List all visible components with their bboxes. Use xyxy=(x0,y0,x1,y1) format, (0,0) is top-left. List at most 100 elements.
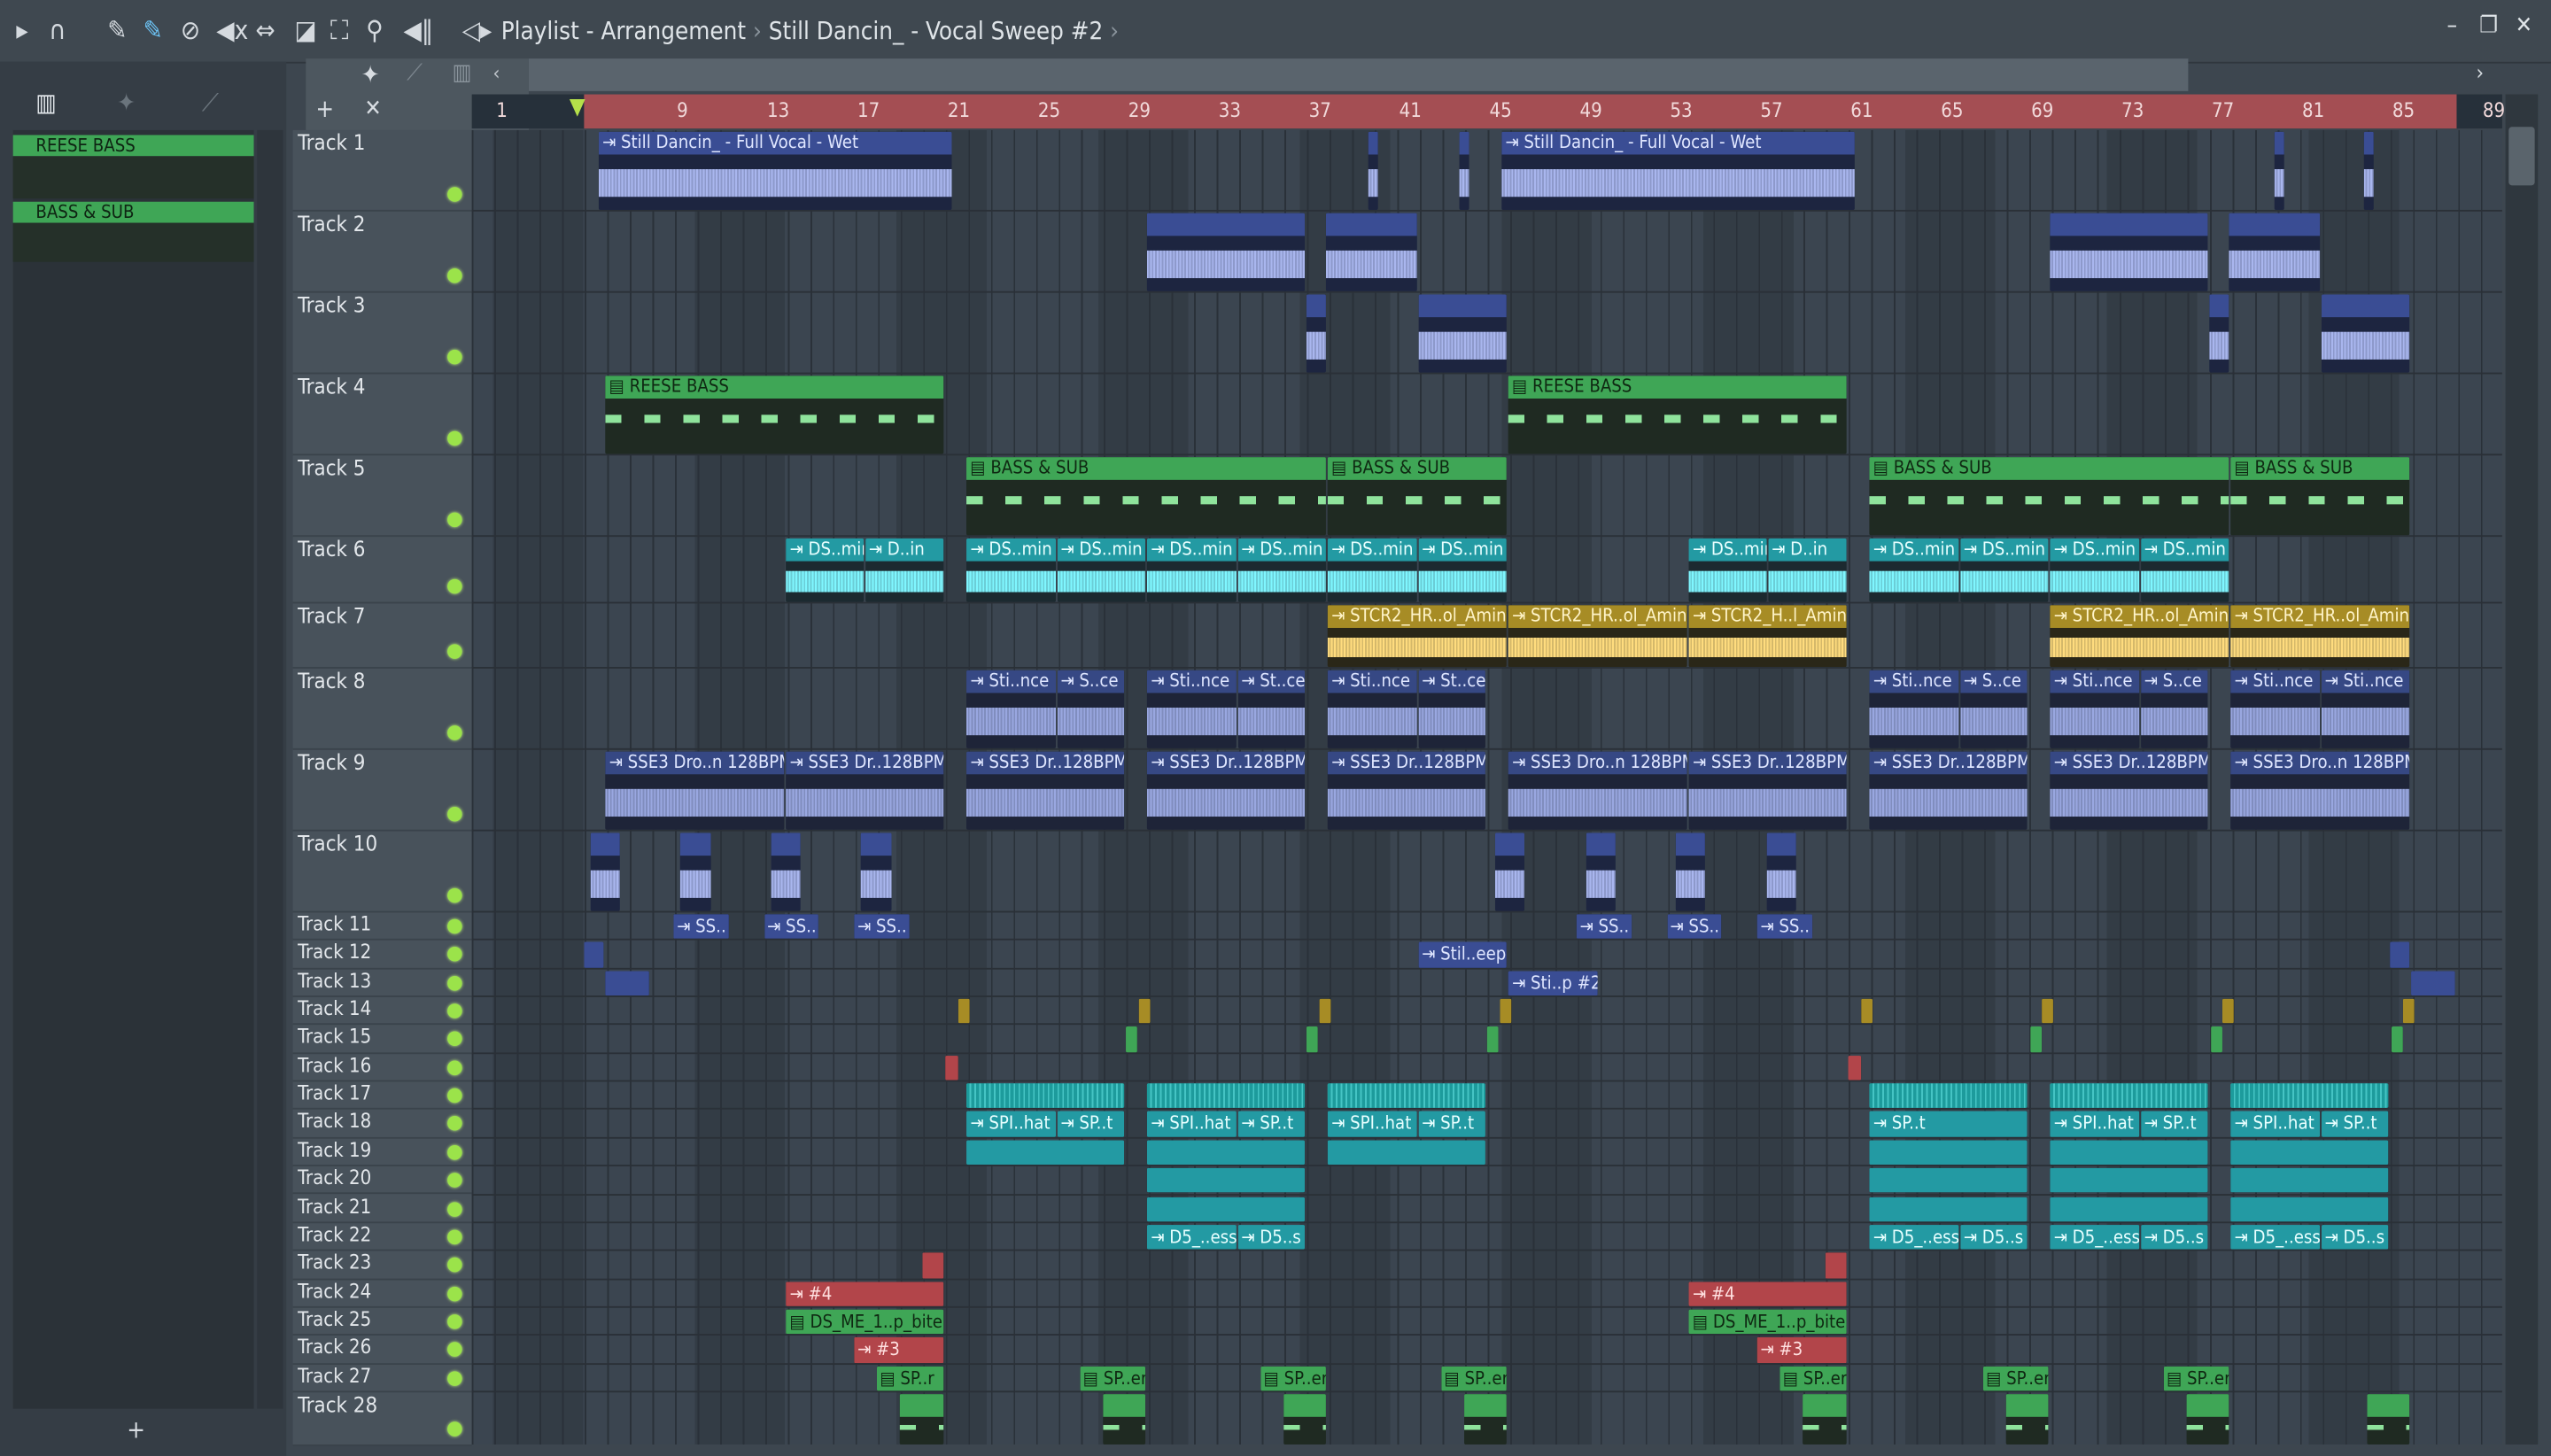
playlist-clip[interactable]: ⇥ D..in xyxy=(1768,538,1846,602)
playlist-clip[interactable] xyxy=(1485,1026,1499,1052)
playlist-clip[interactable] xyxy=(944,1055,959,1080)
playlist-clip[interactable] xyxy=(1147,1196,1305,1222)
playlist-clip[interactable] xyxy=(2389,942,2410,968)
pattern-list-scrollbar[interactable] xyxy=(257,129,283,1409)
playlist-clip[interactable] xyxy=(1870,1140,2027,1166)
track-mute-led[interactable] xyxy=(447,1032,462,1047)
playlist-clip[interactable] xyxy=(1495,833,1525,911)
pattern-item-reese-bass[interactable]: REESE BASS xyxy=(12,135,254,157)
playlist-clip[interactable]: ▤ SP..er xyxy=(1260,1366,1327,1391)
playlist-clip[interactable] xyxy=(2230,1168,2388,1194)
playback-icon[interactable]: ◀‖ xyxy=(404,15,434,48)
playlist-clip[interactable] xyxy=(1147,213,1305,291)
mute-icon[interactable]: ◀x xyxy=(216,15,248,48)
playlist-clip[interactable]: ⇥ SP..t xyxy=(1870,1111,2027,1137)
playlist-clip[interactable]: ⇥ SSE3 Dr..128BPM xyxy=(1870,751,2027,830)
track-mute-led[interactable] xyxy=(447,1060,462,1075)
playlist-clip[interactable]: ⇥ STCR2_H..l_Amin xyxy=(1689,605,1846,668)
playlist-clip[interactable]: ⇥ SS.. xyxy=(854,914,910,940)
playlist-clip[interactable]: ⇥ SPI..hat xyxy=(1147,1111,1237,1137)
track-mute-led[interactable] xyxy=(447,1342,462,1358)
playlist-clip[interactable] xyxy=(2230,1196,2388,1222)
track-header[interactable]: Track 10 xyxy=(292,832,472,913)
track-mute-led[interactable] xyxy=(447,807,462,822)
playlist-clip[interactable]: ⇥ SPI..hat xyxy=(966,1111,1056,1137)
playlist-clip[interactable] xyxy=(2364,131,2375,210)
playlist-clip[interactable] xyxy=(1328,1083,1485,1109)
automation-icon[interactable]: ⟋ xyxy=(202,88,219,117)
playlist-clip[interactable]: ⇥ Sti..nce xyxy=(2230,670,2320,748)
playlist-clip[interactable]: ⇥ #3 xyxy=(854,1337,943,1363)
playlist-clip[interactable]: ⇥ DS..min xyxy=(1237,538,1327,602)
magnet-icon[interactable]: ∩ xyxy=(49,15,66,48)
playlist-clip[interactable]: ▤ DS_ME_1..p_bite xyxy=(786,1309,943,1335)
track-header[interactable]: Track 12 xyxy=(292,941,472,970)
playlist-clip[interactable] xyxy=(2210,1026,2223,1052)
playlist-clip[interactable]: ⇥ D5..s xyxy=(1960,1224,2027,1250)
track-mute-led[interactable] xyxy=(447,1003,462,1018)
track-mute-led[interactable] xyxy=(447,1286,462,1301)
playlist-clip[interactable] xyxy=(1138,998,1151,1025)
playlist-clip[interactable] xyxy=(2050,1083,2207,1109)
track-mute-led[interactable] xyxy=(447,1201,462,1216)
playlist-clip[interactable] xyxy=(2274,131,2284,210)
playlist-clip[interactable] xyxy=(1319,998,1331,1025)
playlist-clip[interactable]: ⇥ DS..min xyxy=(1328,538,1417,602)
track-header[interactable]: Track 22 xyxy=(292,1223,472,1251)
track-mute-led[interactable] xyxy=(447,1088,462,1104)
playlist-clip[interactable] xyxy=(1675,833,1706,911)
playlist-clip[interactable]: ⇥ SPI..hat xyxy=(2050,1111,2140,1137)
playlist-clip[interactable]: ⇥ Sti..nce xyxy=(1147,670,1237,748)
playlist-clip[interactable] xyxy=(1147,1168,1305,1194)
playlist-clip[interactable] xyxy=(1325,213,1417,291)
playlist-clip[interactable] xyxy=(921,1252,943,1278)
playlist-clip[interactable]: ⇥ D5..s xyxy=(2140,1224,2207,1250)
track-mute-led[interactable] xyxy=(447,430,462,446)
playlist-clip[interactable]: ⇥ S..ce xyxy=(2140,670,2207,748)
track-header[interactable]: Track 3 xyxy=(292,293,472,375)
playlist-clip[interactable]: ⇥ SSE3 Dro..n 128BPM xyxy=(605,751,785,830)
playlist-clip[interactable]: ⇥ DS..min xyxy=(1870,538,1959,602)
playlist-clip[interactable]: ⇥ SSE3 Dr..128BPM xyxy=(1328,751,1485,830)
playlist-clip[interactable] xyxy=(1369,131,1379,210)
cut-icon[interactable]: ✕ xyxy=(364,96,381,121)
playlist-clip[interactable]: ⇥ SP..t xyxy=(1237,1111,1305,1137)
playlist-clip[interactable] xyxy=(966,1083,1124,1109)
playlist-clip[interactable] xyxy=(1328,1140,1485,1166)
playlist-clip[interactable] xyxy=(1305,1026,1318,1052)
playlist-clip[interactable]: ⇥ SPI..hat xyxy=(1328,1111,1417,1137)
playlist-clip[interactable] xyxy=(2229,213,2320,291)
vertical-scrollbar[interactable] xyxy=(2505,94,2539,1445)
playlist-clip[interactable]: ⇥ SS.. xyxy=(764,914,819,940)
playlist-clip[interactable]: ⇥ #4 xyxy=(786,1281,943,1306)
playlist-clip[interactable]: ⇥ Sti..nce xyxy=(966,670,1056,748)
playlist-clip[interactable]: ⇥ SS.. xyxy=(673,914,729,940)
track-mute-led[interactable] xyxy=(447,975,462,990)
track-header[interactable]: Track 24 xyxy=(292,1280,472,1308)
track-mute-led[interactable] xyxy=(447,918,462,934)
playlist-clip[interactable]: ▤ SP..er xyxy=(1779,1366,1846,1391)
playlist-clip[interactable] xyxy=(899,1393,943,1444)
playlist-clip[interactable]: ⇥ DS..min xyxy=(2140,538,2230,602)
track-header[interactable]: Track 5 xyxy=(292,455,472,538)
playlist-clip[interactable] xyxy=(770,833,801,911)
playlist-clip[interactable] xyxy=(1305,294,1327,373)
scrollbar-thumb[interactable] xyxy=(2508,127,2535,186)
delete-icon[interactable]: ⊘ xyxy=(181,15,200,48)
playlist-clip[interactable] xyxy=(2004,1393,2050,1444)
playlist-clip[interactable] xyxy=(2230,1140,2388,1166)
piano-roll-icon[interactable]: ▥ xyxy=(35,88,56,117)
playlist-clip[interactable]: ▤ REESE BASS xyxy=(1508,376,1846,454)
playlist-clip[interactable] xyxy=(2050,213,2207,291)
playlist-clip[interactable] xyxy=(1418,294,1508,373)
playlist-clip[interactable]: ⇥ DS..min xyxy=(966,538,1056,602)
playlist-clip[interactable]: ⇥ St..ce xyxy=(1237,670,1305,748)
pattern-item-bass-sub[interactable]: BASS & SUB xyxy=(12,201,254,223)
playlist-clip[interactable]: ⇥ D5_..ess xyxy=(1147,1224,1237,1250)
playlist-clip[interactable] xyxy=(2221,998,2235,1025)
playhead-marker-icon[interactable]: ▼ xyxy=(570,95,585,120)
playlist-clip[interactable] xyxy=(1147,1140,1305,1166)
track-mute-led[interactable] xyxy=(447,1229,462,1244)
playlist-clip[interactable] xyxy=(680,833,710,911)
playlist-clip[interactable]: ⇥ STCR2_HR..ol_Amin xyxy=(2050,605,2230,668)
